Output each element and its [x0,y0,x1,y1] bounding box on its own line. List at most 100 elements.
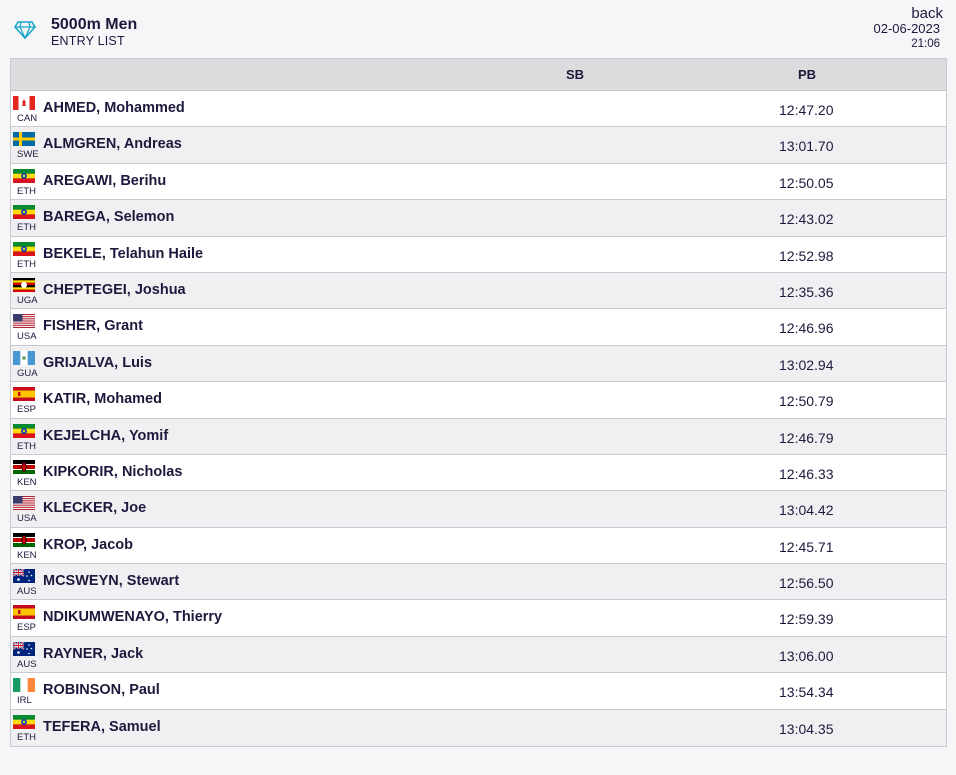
table-row[interactable]: USA KLECKER, Joe 13:04.42 [11,491,946,528]
country-code: USA [17,513,37,525]
table-body: CAN AHMED, Mohammed 12:47.20 SWE ALMGREN, An… [11,91,946,747]
athlete-name[interactable]: KROP, Jacob [43,537,133,553]
page-header: 5000m Men ENTRY LIST back 02-06-2023 21:… [0,0,956,58]
country-flag-icon [13,605,35,620]
personal-best: 12:46.79 [779,429,834,446]
table-row[interactable]: CAN AHMED, Mohammed 12:47.20 [11,91,946,128]
country-flag-icon [13,459,35,474]
country-flag-icon [13,532,35,547]
athlete-name[interactable]: KATIR, Mohamed [43,391,162,407]
country-code: IRL [17,695,32,707]
athlete-name[interactable]: BAREGA, Selemon [43,209,174,225]
table-row[interactable]: ETH AREGAWI, Berihu 12:50.05 [11,164,946,201]
athlete-name[interactable]: ROBINSON, Paul [43,682,160,698]
personal-best: 12:52.98 [779,247,834,264]
table-row[interactable]: UGA CHEPTEGEI, Joshua 12:35.36 [11,272,946,310]
event-subtitle: ENTRY LIST [51,34,125,48]
table-row[interactable]: ETH KEJELCHA, Yomif 12:46.79 [11,418,946,455]
athlete-name[interactable]: ALMGREN, Andreas [43,136,182,152]
personal-best: 13:02.94 [779,356,834,373]
country-flag-icon [13,241,35,256]
event-date: 02-06-2023 [873,21,941,36]
country-code: ESP [17,404,37,416]
athlete-name[interactable]: MCSWEYN, Stewart [43,573,179,589]
personal-best: 13:04.42 [779,502,834,519]
table-header: SB PB [11,59,946,91]
personal-best: 12:50.79 [779,393,834,410]
table-row[interactable]: IRL ROBINSON, Paul 13:54.34 [11,673,946,710]
country-code: ETH [17,258,36,270]
table-row[interactable]: ETH TEFERA, Samuel 13:04.35 [11,709,946,747]
athlete-name[interactable]: AREGAWI, Berihu [43,173,166,189]
country-code: ETH [17,440,36,452]
table-row[interactable]: KEN KROP, Jacob 12:45.71 [11,528,946,565]
table-row[interactable]: ETH BEKELE, Telahun Haile 12:52.98 [11,237,946,273]
table-row[interactable]: GUA GRIJALVA, Luis 13:02.94 [11,345,946,383]
country-flag-icon [13,314,35,329]
country-code: AUS [17,658,37,670]
country-flag-icon [13,496,35,511]
country-code: UGA [17,294,38,306]
country-flag-icon [13,168,35,183]
entry-list-table: SB PB CAN AHMED, Mohammed 12:47.20 SWE ALMGR… [10,58,947,748]
athlete-name[interactable]: NDIKUMWENAYO, Thierry [43,609,222,625]
country-code: KEN [17,549,37,561]
diamond-league-logo-icon [14,21,36,40]
athlete-name[interactable]: CHEPTEGEI, Joshua [43,282,186,298]
personal-best: 13:04.35 [779,720,834,737]
country-flag-icon [13,678,35,693]
table-row[interactable]: SWE ALMGREN, Andreas 13:01.70 [11,127,946,164]
country-flag-icon [13,641,35,656]
table-row[interactable]: ESP NDIKUMWENAYO, Thierry 12:59.39 [11,600,946,637]
table-row[interactable]: AUS RAYNER, Jack 13:06.00 [11,636,946,674]
athlete-name[interactable]: TEFERA, Samuel [43,719,161,735]
country-flag-icon [13,132,35,147]
personal-best: 13:54.34 [779,684,834,701]
athlete-name[interactable]: BEKELE, Telahun Haile [43,246,203,262]
athlete-name[interactable]: KEJELCHA, Yomif [43,428,168,444]
personal-best: 13:01.70 [779,138,834,155]
athlete-name[interactable]: GRIJALVA, Luis [43,355,152,371]
country-code: ETH [17,185,36,197]
country-code: CAN [17,113,38,124]
table-row[interactable]: ETH BAREGA, Selemon 12:43.02 [11,200,946,237]
country-flag-icon [13,569,35,584]
country-flag-icon [13,350,35,365]
country-code: USA [17,331,37,343]
column-header-pb: PB [798,67,817,82]
athlete-name[interactable]: FISHER, Grant [43,318,143,334]
country-code: ETH [17,222,36,234]
table-row[interactable]: AUS MCSWEYN, Stewart 12:56.50 [11,564,946,601]
country-code: SWE [17,149,39,161]
event-title: 5000m Men [51,16,138,33]
table-row[interactable]: ESP KATIR, Mohamed 12:50.79 [11,382,946,419]
country-flag-icon [13,387,35,402]
event-time: 21:06 [911,38,940,50]
athlete-name[interactable]: KLECKER, Joe [43,500,146,516]
personal-best: 12:46.96 [779,320,834,337]
country-code: ETH [17,731,36,743]
personal-best: 13:06.00 [779,647,834,664]
personal-best: 12:56.50 [779,575,834,592]
athlete-name[interactable]: RAYNER, Jack [43,646,143,662]
country-code: KEN [17,476,37,488]
personal-best: 12:35.36 [779,283,834,300]
personal-best: 12:50.05 [779,174,834,191]
country-code: AUS [17,586,37,598]
athlete-name[interactable]: KIPKORIR, Nicholas [43,464,182,480]
table-row[interactable]: KEN KIPKORIR, Nicholas 12:46.33 [11,455,946,492]
country-flag-icon [13,714,35,729]
back-link[interactable]: back [911,5,943,22]
country-code: ESP [17,622,37,634]
country-flag-icon [13,96,35,110]
country-flag-icon [13,277,35,292]
personal-best: 12:47.20 [779,102,834,118]
personal-best: 12:43.02 [779,211,834,228]
column-header-sb: SB [566,67,585,82]
personal-best: 12:59.39 [779,611,834,628]
country-code: GUA [17,367,38,379]
country-flag-icon [13,423,35,438]
athlete-name[interactable]: AHMED, Mohammed [43,100,185,116]
table-row[interactable]: USA FISHER, Grant 12:46.96 [11,309,946,346]
personal-best: 12:45.71 [779,538,834,555]
